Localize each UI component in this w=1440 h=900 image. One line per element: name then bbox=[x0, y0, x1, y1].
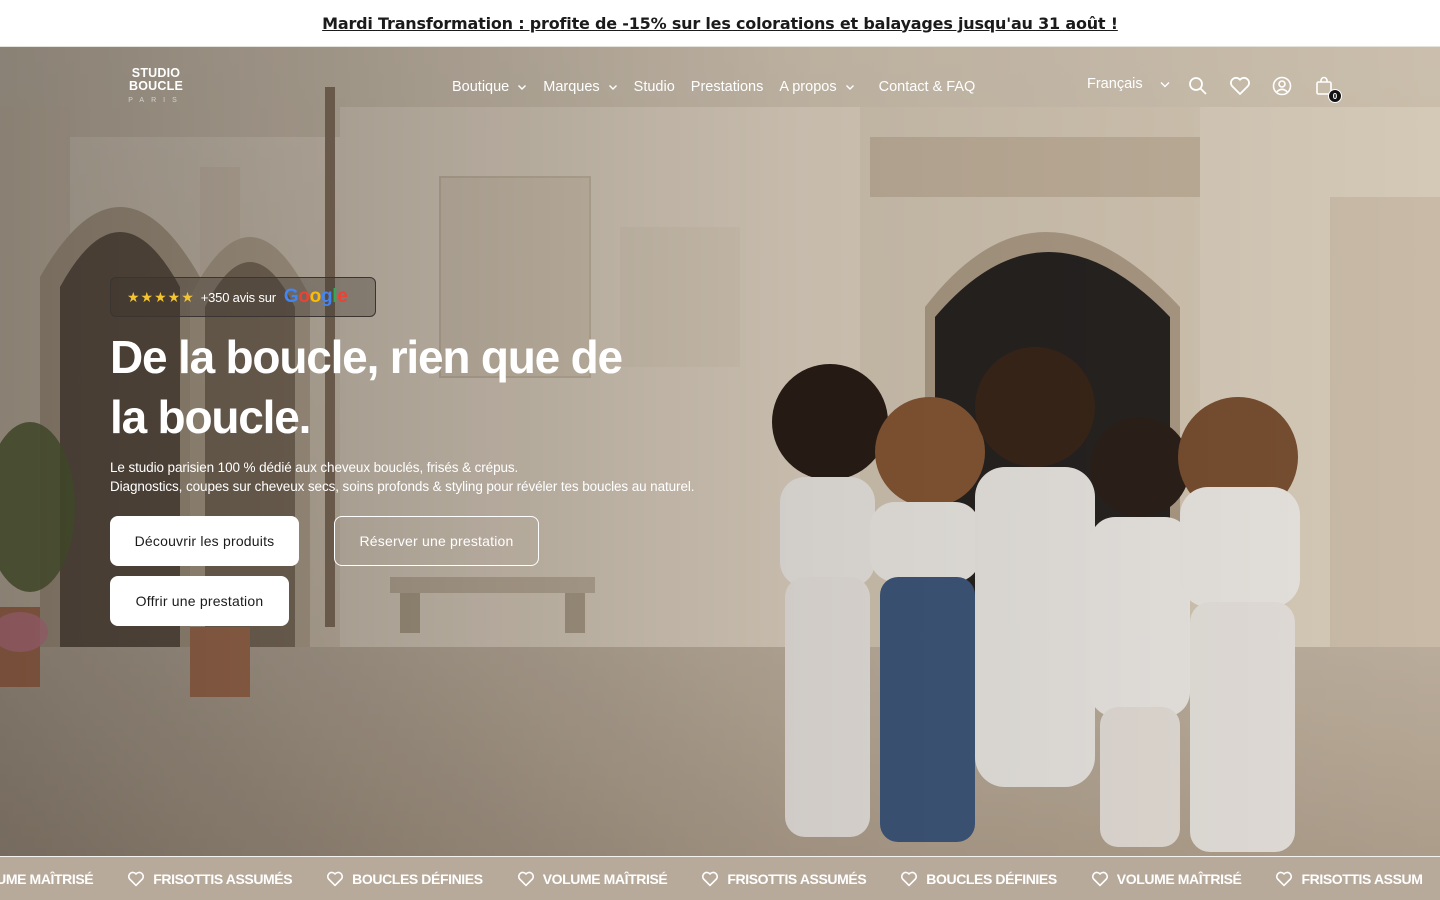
heart-icon bbox=[327, 871, 344, 887]
nav-item-label: Prestations bbox=[690, 79, 764, 95]
hero-title-line-2: la boucle. bbox=[110, 391, 311, 443]
heart-icon bbox=[901, 871, 918, 887]
heart-icon[interactable] bbox=[1229, 75, 1251, 97]
heart-icon bbox=[702, 871, 719, 887]
language-selector[interactable]: Français bbox=[1087, 76, 1171, 92]
heart-icon bbox=[1276, 871, 1293, 887]
nav-item-label: Boutique bbox=[452, 79, 510, 95]
nav-item-label: Contact & FAQ bbox=[878, 79, 976, 95]
nav-item-label: Studio bbox=[633, 79, 675, 95]
heart-icon bbox=[517, 871, 534, 887]
chevron-down-icon bbox=[608, 82, 618, 92]
cart-count-badge: 0 bbox=[1328, 89, 1342, 103]
cart-icon[interactable]: 0 bbox=[1313, 75, 1342, 103]
marquee-item: FRISOTTIS ASSUM bbox=[1275, 871, 1423, 887]
hero-section bbox=[0, 47, 1440, 856]
marquee-item: BOUCLES DÉFINIES bbox=[900, 871, 1057, 887]
heart-icon bbox=[128, 871, 145, 887]
marquee-item: LUME MAÎTRISÉ bbox=[0, 871, 94, 887]
logo-line-3: PARIS bbox=[128, 97, 184, 104]
book-service-button[interactable]: Réserver une prestation bbox=[334, 516, 539, 566]
nav-item-prestations[interactable]: Prestations bbox=[691, 76, 764, 98]
nav-item-label: A propos bbox=[779, 79, 837, 95]
hero-subtitle-line-2: Diagnostics, coupes sur cheveux secs, so… bbox=[110, 479, 695, 494]
heart-icon bbox=[1091, 871, 1108, 887]
google-review-badge[interactable]: ★★★★★ +350 avis sur Google bbox=[110, 277, 376, 317]
hero-background-image bbox=[0, 47, 1440, 856]
marquee-item: VOLUME MAÎTRISÉ bbox=[1091, 871, 1242, 887]
hero-subtitle-line-1: Le studio parisien 100 % dédié aux cheve… bbox=[110, 460, 519, 475]
star-rating-icon: ★★★★★ bbox=[127, 288, 195, 305]
announcement-link[interactable]: Mardi Transformation : profite de -15% s… bbox=[322, 14, 1118, 33]
search-icon[interactable] bbox=[1187, 75, 1209, 97]
language-label: Français bbox=[1087, 76, 1143, 92]
nav-item-a-propos[interactable]: A propos bbox=[779, 76, 854, 98]
marquee-track: LUME MAÎTRISÉ FRISOTTIS ASSUMÉS BOUCLES … bbox=[0, 857, 1440, 900]
review-count-text: +350 avis sur bbox=[200, 289, 276, 305]
marquee-item: BOUCLES DÉFINIES bbox=[326, 871, 483, 887]
chevron-down-icon bbox=[845, 82, 855, 92]
nav-item-contact-faq[interactable]: Contact & FAQ bbox=[879, 76, 976, 98]
nav-item-boutique[interactable]: Boutique bbox=[452, 76, 527, 98]
account-icon[interactable] bbox=[1271, 75, 1293, 97]
google-logo: Google bbox=[283, 286, 348, 307]
marquee-item: FRISOTTIS ASSUMÉS bbox=[701, 871, 867, 887]
site-logo[interactable]: STUDIO BOUCLE PARIS bbox=[124, 67, 188, 107]
marquee-banner: LUME MAÎTRISÉ FRISOTTIS ASSUMÉS BOUCLES … bbox=[0, 856, 1440, 900]
marquee-item: FRISOTTIS ASSUMÉS bbox=[127, 871, 293, 887]
hero-title: De la boucle, rien que de la boucle. bbox=[110, 327, 710, 447]
header-icons: 0 bbox=[1187, 75, 1342, 103]
hero-title-line-1: De la boucle, rien que de bbox=[110, 331, 623, 383]
site-header: STUDIO BOUCLE PARIS Boutique Marques Stu… bbox=[0, 47, 1440, 127]
gift-service-button[interactable]: Offrir une prestation bbox=[110, 576, 289, 626]
nav-item-label: Marques bbox=[543, 79, 600, 95]
discover-products-button[interactable]: Découvrir les produits bbox=[110, 516, 299, 566]
nav-item-studio[interactable]: Studio bbox=[634, 76, 675, 98]
marquee-item: VOLUME MAÎTRISÉ bbox=[517, 871, 668, 887]
nav-item-marques[interactable]: Marques bbox=[543, 76, 617, 98]
hero-subtitle: Le studio parisien 100 % dédié aux cheve… bbox=[110, 458, 810, 496]
logo-line-2: BOUCLE bbox=[129, 79, 183, 93]
main-nav: Boutique Marques Studio Prestations A pr… bbox=[452, 76, 991, 98]
chevron-down-icon bbox=[517, 82, 527, 92]
announcement-bar: Mardi Transformation : profite de -15% s… bbox=[0, 0, 1440, 47]
chevron-down-icon bbox=[1159, 78, 1171, 90]
